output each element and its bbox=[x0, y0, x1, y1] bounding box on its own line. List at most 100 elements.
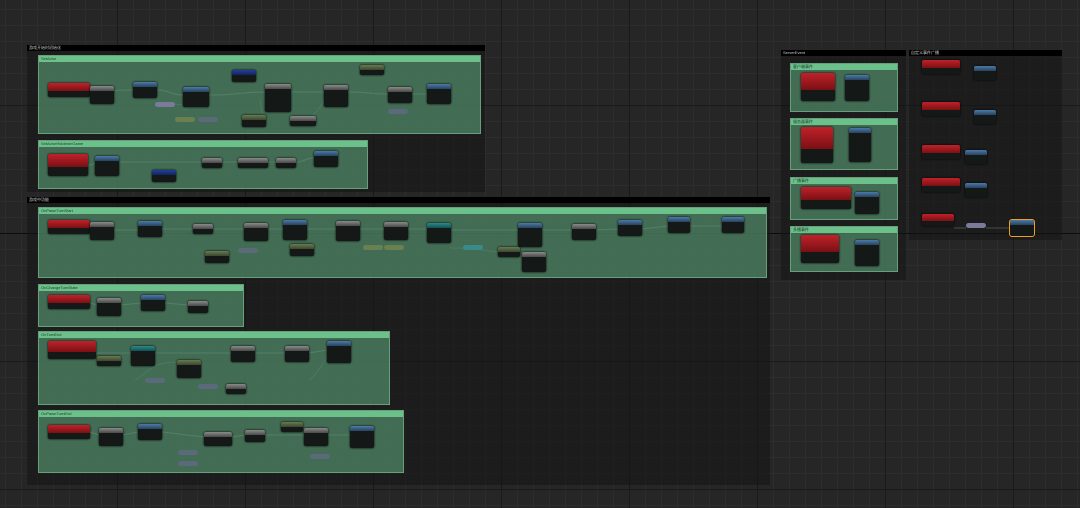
variable-getter[interactable] bbox=[198, 384, 218, 389]
function-node[interactable] bbox=[384, 222, 408, 240]
variable-getter[interactable] bbox=[384, 245, 404, 250]
function-node[interactable] bbox=[265, 84, 291, 112]
comment-title: SetActor bbox=[39, 56, 480, 62]
event-node[interactable] bbox=[922, 60, 960, 74]
function-node[interactable] bbox=[285, 346, 309, 362]
comment-title: 客户端事件 bbox=[791, 64, 897, 70]
variable-node[interactable] bbox=[360, 65, 384, 75]
variable-node[interactable] bbox=[205, 251, 229, 263]
comment-title: 多播事件 bbox=[791, 227, 897, 233]
variable-node[interactable] bbox=[232, 70, 256, 82]
event-node[interactable] bbox=[801, 127, 833, 163]
function-node[interactable] bbox=[131, 346, 155, 366]
event-node[interactable] bbox=[48, 154, 88, 176]
variable-node[interactable] bbox=[498, 247, 520, 257]
event-node[interactable] bbox=[48, 83, 90, 97]
function-node[interactable] bbox=[522, 252, 546, 272]
function-node[interactable] bbox=[138, 424, 162, 440]
variable-node[interactable] bbox=[281, 422, 303, 432]
function-node[interactable] bbox=[427, 84, 451, 104]
comment-box[interactable]: OnPawnTurnStart bbox=[38, 207, 767, 278]
function-node[interactable] bbox=[668, 217, 690, 233]
function-node[interactable] bbox=[722, 217, 744, 233]
event-node[interactable] bbox=[922, 214, 954, 226]
variable-node[interactable] bbox=[97, 356, 121, 366]
comment-title: OnPawnTurnStart bbox=[39, 208, 766, 214]
variable-node[interactable] bbox=[177, 360, 201, 378]
variable-getter[interactable] bbox=[155, 102, 175, 107]
variable-getter[interactable] bbox=[966, 223, 986, 228]
group-title: ServerEvent bbox=[781, 50, 906, 56]
function-node[interactable] bbox=[336, 221, 360, 241]
function-node[interactable] bbox=[350, 426, 374, 448]
event-node[interactable] bbox=[48, 341, 96, 359]
function-node[interactable] bbox=[845, 75, 869, 101]
function-node[interactable] bbox=[193, 224, 213, 234]
variable-getter[interactable] bbox=[178, 461, 198, 466]
variable-node[interactable] bbox=[242, 115, 266, 127]
function-node[interactable] bbox=[204, 432, 232, 446]
function-node[interactable] bbox=[99, 428, 123, 446]
function-node[interactable] bbox=[244, 223, 268, 241]
function-node[interactable] bbox=[283, 220, 307, 240]
variable-getter[interactable] bbox=[178, 450, 198, 455]
comment-title: SetActorHiddenInGame bbox=[39, 141, 367, 147]
event-node[interactable] bbox=[801, 187, 851, 209]
function-node[interactable] bbox=[427, 223, 451, 243]
function-node[interactable] bbox=[855, 192, 879, 214]
selected-function-node[interactable] bbox=[1009, 219, 1035, 237]
function-node[interactable] bbox=[327, 341, 351, 363]
variable-getter[interactable] bbox=[463, 245, 483, 250]
function-node[interactable] bbox=[231, 346, 255, 362]
function-node[interactable] bbox=[202, 158, 222, 168]
function-node[interactable] bbox=[618, 220, 642, 236]
variable-getter[interactable] bbox=[363, 245, 383, 250]
comment-title: 服务器事件 bbox=[791, 119, 897, 125]
variable-getter[interactable] bbox=[198, 117, 218, 122]
variable-getter[interactable] bbox=[310, 454, 330, 459]
event-node[interactable] bbox=[922, 178, 960, 192]
event-node[interactable] bbox=[48, 425, 90, 439]
function-node[interactable] bbox=[188, 301, 208, 313]
event-node[interactable] bbox=[48, 220, 90, 234]
variable-getter[interactable] bbox=[175, 117, 195, 122]
function-node[interactable] bbox=[518, 223, 542, 247]
function-node[interactable] bbox=[95, 156, 119, 176]
function-node[interactable] bbox=[141, 295, 165, 311]
function-node[interactable] bbox=[974, 110, 996, 124]
event-node[interactable] bbox=[922, 145, 960, 159]
function-node[interactable] bbox=[388, 87, 412, 103]
function-node[interactable] bbox=[304, 428, 328, 446]
function-node[interactable] bbox=[324, 85, 348, 107]
function-node[interactable] bbox=[138, 221, 162, 237]
variable-node[interactable] bbox=[152, 170, 176, 182]
event-node[interactable] bbox=[801, 73, 835, 101]
function-node[interactable] bbox=[90, 222, 114, 240]
variable-getter[interactable] bbox=[238, 248, 258, 253]
event-node[interactable] bbox=[922, 102, 960, 116]
function-node[interactable] bbox=[97, 298, 121, 316]
event-node[interactable] bbox=[48, 295, 90, 309]
variable-node[interactable] bbox=[290, 244, 314, 256]
function-node[interactable] bbox=[974, 66, 996, 80]
comment-title: OnPawnTurnEnd bbox=[39, 411, 403, 417]
function-node[interactable] bbox=[290, 116, 316, 126]
function-node[interactable] bbox=[855, 240, 879, 266]
function-node[interactable] bbox=[314, 151, 338, 167]
function-node[interactable] bbox=[849, 128, 871, 162]
event-node[interactable] bbox=[801, 235, 839, 263]
function-node[interactable] bbox=[276, 158, 296, 168]
function-node[interactable] bbox=[226, 384, 246, 394]
variable-getter[interactable] bbox=[145, 378, 165, 383]
function-node[interactable] bbox=[245, 430, 265, 442]
function-node[interactable] bbox=[965, 183, 987, 197]
comment-title: OnTurnEnd bbox=[39, 332, 389, 338]
variable-getter[interactable] bbox=[388, 109, 408, 114]
function-node[interactable] bbox=[133, 82, 157, 98]
function-node[interactable] bbox=[965, 150, 987, 164]
function-node[interactable] bbox=[572, 224, 596, 240]
function-node[interactable] bbox=[238, 158, 268, 168]
group-title: 游戏中功能 bbox=[27, 197, 770, 203]
function-node[interactable] bbox=[183, 87, 209, 107]
function-node[interactable] bbox=[90, 86, 114, 104]
